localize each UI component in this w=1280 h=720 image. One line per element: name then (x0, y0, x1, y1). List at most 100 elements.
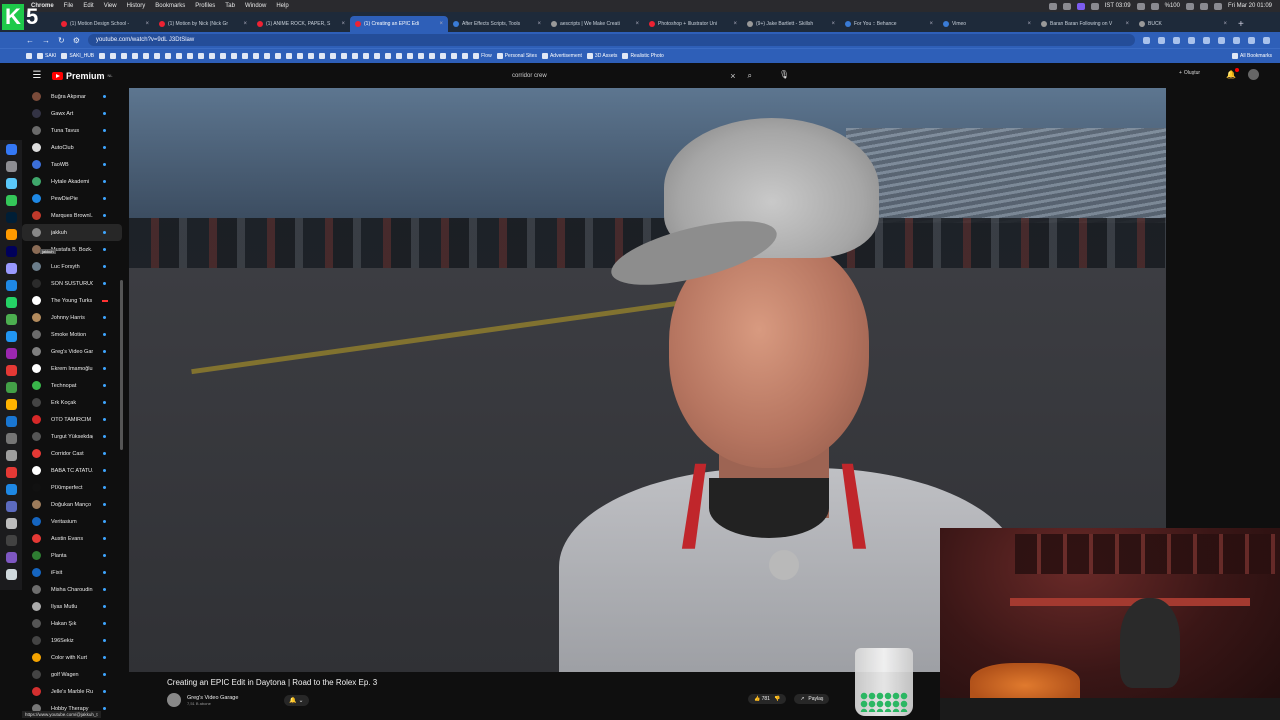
bookmark-icon[interactable] (143, 53, 150, 59)
bluetooth-icon[interactable] (1136, 2, 1145, 10)
bookmark-icon[interactable] (341, 53, 348, 59)
subscription-item[interactable]: PewDiePie (22, 190, 122, 207)
premiere-icon[interactable] (5, 263, 17, 274)
illustrator-icon[interactable] (5, 229, 17, 240)
dock-app-icon[interactable] (5, 518, 17, 529)
bookmark-icon[interactable] (374, 53, 381, 59)
browser-tab[interactable]: (9+) Jake Bartlett - Skillsh × (742, 16, 840, 32)
browser-tab[interactable]: (1) Motion Design School - × (56, 16, 154, 32)
subscription-item[interactable]: AutoClub (22, 139, 122, 156)
all-bookmarks[interactable]: All Bookmarks (1232, 53, 1280, 59)
bookmark-icon[interactable] (440, 53, 447, 59)
tab-close-icon[interactable]: × (1223, 21, 1227, 27)
subscription-item[interactable]: Hytale Akademi (22, 173, 122, 190)
bookmark-icon[interactable] (220, 53, 227, 59)
subscription-item[interactable]: Doğukan Manço (22, 496, 122, 513)
search-icon[interactable] (1199, 2, 1208, 10)
tab-close-icon[interactable]: × (537, 21, 541, 27)
menu-bookmarks[interactable]: Bookmarks (150, 3, 190, 9)
dislike-button[interactable]: 👎 (774, 696, 780, 702)
search-input[interactable]: corridor crew (512, 73, 730, 79)
extension-icon[interactable] (1233, 36, 1240, 44)
menu-window[interactable]: Window (240, 3, 271, 9)
bookmark-icon[interactable] (396, 53, 403, 59)
bookmark-realistic-photo[interactable]: Realistic Photo (622, 53, 664, 59)
subscription-bell-button[interactable]: 🔔 ⌄ (284, 694, 309, 706)
dock-app-icon[interactable] (5, 535, 17, 546)
menu-help[interactable]: Help (271, 3, 293, 9)
apps-grid-icon[interactable] (26, 53, 32, 59)
extension-icon[interactable] (1188, 36, 1195, 44)
subscription-item[interactable]: The Young Turks (22, 292, 122, 309)
profile-icon[interactable] (1248, 36, 1255, 44)
dock-app-icon[interactable] (5, 467, 17, 478)
bookmark-icon[interactable] (297, 53, 304, 59)
url-field[interactable]: youtube.com/watch?v=9dL J3DtSlaw (87, 34, 1135, 46)
search-bar[interactable]: corridor crew × ⌕ (512, 69, 752, 82)
bookmark-3d-assets[interactable]: 3D Assets (586, 53, 617, 59)
browser-tab[interactable]: After Effects Scripts, Tools × (448, 16, 546, 32)
bookmark-icon[interactable] (242, 53, 249, 59)
subscription-item[interactable]: Color with Kurt (22, 649, 122, 666)
tab-close-icon[interactable]: × (929, 21, 933, 27)
bookmark-icon[interactable] (286, 53, 293, 59)
bookmark-icon[interactable] (462, 53, 469, 59)
account-avatar[interactable] (1248, 69, 1259, 80)
bookmark-personal-sites[interactable]: Personal Sites (496, 53, 537, 59)
dock-app-icon[interactable] (5, 433, 17, 444)
bookmark-icon[interactable] (385, 53, 392, 59)
extension-icon[interactable] (1218, 36, 1225, 44)
subscription-item[interactable]: BABA TC ATATÜ... (22, 462, 122, 479)
status-icon[interactable] (1062, 2, 1071, 10)
bookmark-icon[interactable] (418, 53, 425, 59)
browser-tab[interactable]: Baran Baran Following on V × (1036, 16, 1134, 32)
dock-app-icon[interactable] (5, 399, 17, 410)
bookmark-icon[interactable] (209, 53, 216, 59)
bookmark-icon[interactable] (132, 53, 139, 59)
subscription-item[interactable]: Jelle's Marble Ru... (22, 683, 122, 700)
battery-icon[interactable] (1185, 2, 1194, 10)
like-button[interactable]: 👍 781 (754, 696, 770, 702)
bookmark-icon[interactable] (187, 53, 194, 59)
dock-app-icon[interactable] (5, 382, 17, 393)
bookmark-icon[interactable] (308, 53, 315, 59)
subscription-item[interactable]: Corridor Cast (22, 445, 122, 462)
subscription-item[interactable]: jakkuh (22, 224, 122, 241)
subscription-item[interactable]: Austin Evans (22, 530, 122, 547)
tab-close-icon[interactable]: × (1125, 21, 1129, 27)
date-time[interactable]: Fri Mar 20 01:09 (1228, 3, 1272, 9)
bookmark-icon[interactable] (275, 53, 282, 59)
youtube-premium-logo[interactable]: Premium NL (52, 71, 113, 81)
reload-icon[interactable]: ↻ (58, 36, 65, 45)
subscription-item[interactable]: Gawx Art (22, 105, 122, 122)
tab-close-icon[interactable]: × (243, 21, 247, 27)
menu-history[interactable]: History (122, 3, 151, 9)
subscription-item[interactable]: Ekrem İmamoğlu (22, 360, 122, 377)
bookmark-advertisement[interactable]: Advertisement (541, 53, 582, 59)
dock-app-icon[interactable] (5, 195, 17, 206)
dock-app-icon[interactable] (5, 161, 17, 172)
dock-app-icon[interactable] (5, 144, 17, 155)
menu-file[interactable]: File (59, 3, 79, 9)
forward-arrow-icon[interactable]: → (42, 36, 50, 45)
bookmark-icon[interactable] (264, 53, 271, 59)
after-effects-icon[interactable] (5, 246, 17, 257)
subscription-item[interactable]: Tuna Tavus (22, 122, 122, 139)
subscription-item[interactable]: Luc Forsyth (22, 258, 122, 275)
bookmark-icon[interactable] (231, 53, 238, 59)
tab-close-icon[interactable]: × (341, 21, 345, 27)
tab-close-icon[interactable]: × (831, 21, 835, 27)
wifi-icon[interactable] (1090, 2, 1099, 10)
browser-tab[interactable]: aescripts | We Make Creati × (546, 16, 644, 32)
menu-profiles[interactable]: Profiles (190, 3, 220, 9)
browser-tab[interactable]: (1) Motion by Nick (Nick Gr × (154, 16, 252, 32)
dock-app-icon[interactable] (5, 314, 17, 325)
back-arrow-icon[interactable]: ← (26, 36, 34, 45)
tab-close-icon[interactable]: × (145, 21, 149, 27)
battery-percent[interactable]: %100 (1165, 3, 1180, 9)
bookmark-saki-hub[interactable]: SAKI_HUB (61, 53, 94, 59)
status-icon[interactable] (1048, 2, 1057, 10)
bookmark-star-icon[interactable] (1158, 36, 1165, 44)
bookmark-icon[interactable] (121, 53, 128, 59)
tab-close-icon[interactable]: × (733, 21, 737, 27)
